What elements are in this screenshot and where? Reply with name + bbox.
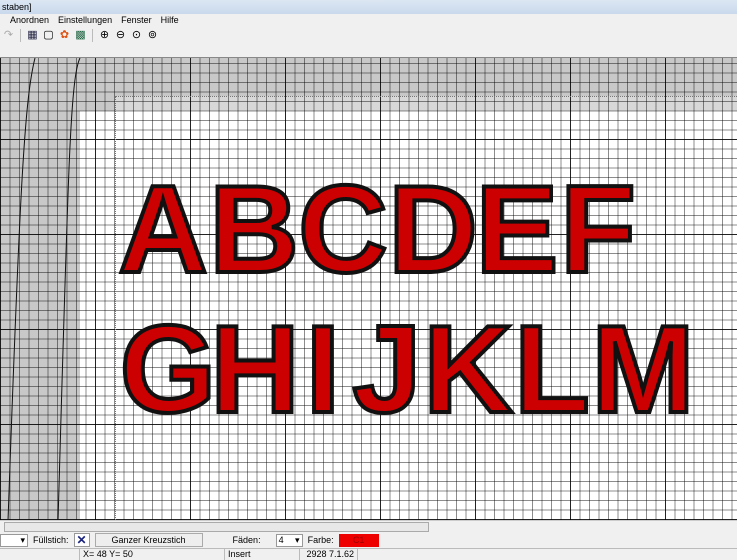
cursor-coords: X= 48 Y= 50 bbox=[80, 549, 225, 560]
page-border bbox=[115, 96, 737, 97]
redo-icon[interactable]: ↷ bbox=[2, 29, 15, 42]
threads-value: 4 bbox=[278, 535, 284, 545]
letter-h[interactable]: H bbox=[208, 306, 302, 434]
separator bbox=[20, 28, 21, 42]
letter-a[interactable]: A bbox=[116, 166, 210, 294]
status-bar: X= 48 Y= 50 Insert 2928 7.1.62 bbox=[0, 548, 737, 560]
zoom-out-icon[interactable]: ⊖ bbox=[114, 29, 127, 42]
full-cross-stitch-button[interactable]: Ganzer Kreuzstich bbox=[94, 533, 203, 547]
letter-f[interactable]: F bbox=[558, 166, 638, 294]
menu-einstellungen[interactable]: Einstellungen bbox=[58, 14, 112, 27]
grid-icon[interactable]: ▦ bbox=[26, 29, 39, 42]
scrollbar-thumb[interactable] bbox=[4, 522, 429, 532]
chevron-down-icon: ▾ bbox=[20, 534, 25, 545]
letter-d[interactable]: D bbox=[386, 166, 480, 294]
letter-m[interactable]: M bbox=[589, 306, 696, 434]
zoom-fit-icon[interactable]: ⊙ bbox=[130, 29, 143, 42]
menu-fenster[interactable]: Fenster bbox=[121, 14, 152, 27]
stitch-type-select[interactable]: ▾ bbox=[0, 533, 28, 547]
page-border bbox=[115, 96, 116, 520]
title-bar: staben] bbox=[0, 0, 737, 14]
letter-j[interactable]: J bbox=[351, 306, 424, 434]
letter-l[interactable]: L bbox=[512, 306, 592, 434]
letter-c[interactable]: C bbox=[296, 166, 390, 294]
chevron-down-icon: ▾ bbox=[295, 534, 300, 545]
threads-label: Fäden: bbox=[232, 535, 261, 545]
color-swatch[interactable]: C1 bbox=[338, 533, 379, 547]
fill-label: Füllstich: bbox=[33, 535, 69, 545]
color-icon[interactable]: ✿ bbox=[58, 29, 71, 42]
letter-e[interactable]: E bbox=[474, 166, 561, 294]
horizontal-scrollbar[interactable] bbox=[0, 520, 737, 532]
cross-stitch-icon[interactable]: ✕ bbox=[73, 533, 90, 547]
menu-hilfe[interactable]: Hilfe bbox=[161, 14, 179, 27]
zoom-reset-icon[interactable]: ⊚ bbox=[146, 29, 159, 42]
letter-k[interactable]: K bbox=[421, 306, 515, 434]
menu-anordnen[interactable]: Anordnen bbox=[10, 14, 49, 27]
menu-bar: Anordnen Einstellungen Fenster Hilfe bbox=[0, 14, 737, 27]
window-title: staben] bbox=[2, 2, 32, 12]
stitch-toolbar: ▾ Füllstich: ✕ Ganzer Kreuzstich Fäden: … bbox=[0, 532, 737, 548]
pattern-icon[interactable]: ▩ bbox=[74, 29, 87, 42]
edit-mode: Insert bbox=[225, 549, 300, 560]
color-label: Farbe: bbox=[307, 535, 334, 545]
frame-icon[interactable]: ▢ bbox=[42, 29, 55, 42]
curve-lines bbox=[7, 58, 81, 520]
letter-b[interactable]: B bbox=[207, 166, 301, 294]
zoom-in-icon[interactable]: ⊕ bbox=[98, 29, 111, 42]
separator bbox=[92, 28, 93, 42]
toolbar: ↷ ▦ ▢ ✿ ▩ ⊕ ⊖ ⊙ ⊚ bbox=[0, 27, 737, 43]
letter-g[interactable]: G bbox=[118, 306, 218, 434]
letter-i[interactable]: I bbox=[304, 306, 343, 434]
threads-select[interactable]: 4 ▾ bbox=[275, 533, 303, 547]
stitch-canvas[interactable]: A B C D E F G H I J K L M bbox=[0, 57, 737, 520]
status-info: 2928 7.1.62 bbox=[300, 549, 358, 560]
